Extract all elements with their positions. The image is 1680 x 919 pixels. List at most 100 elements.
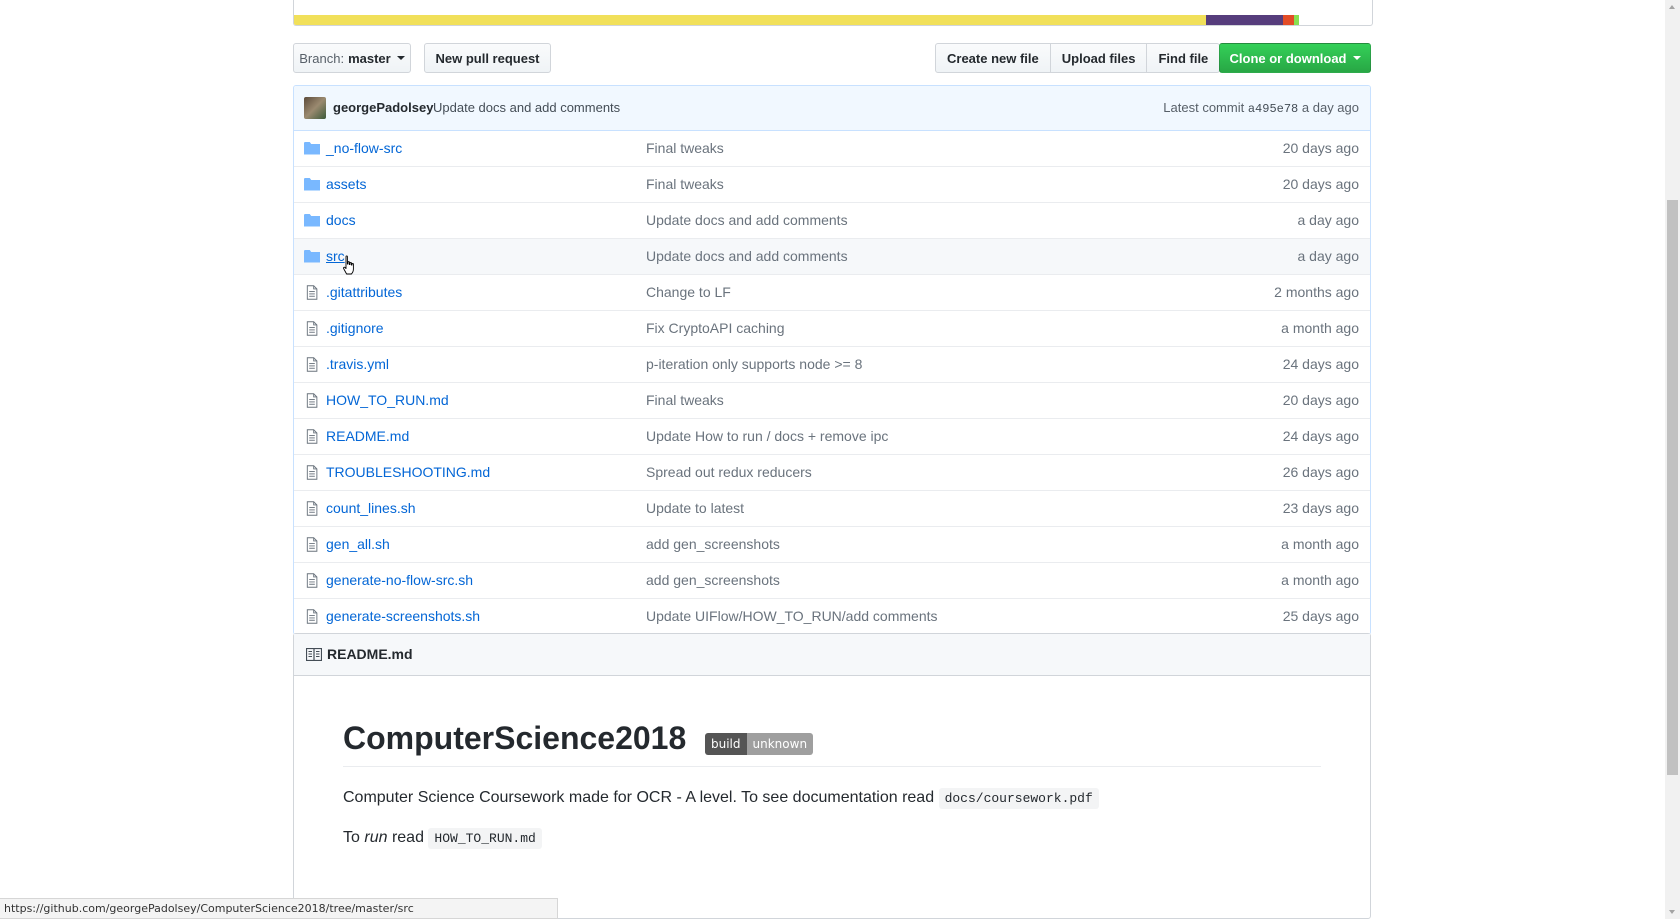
- file-commit-age: a month ago: [1281, 536, 1359, 552]
- latest-commit-info: Latest commit a495e78 a day ago: [1163, 100, 1359, 116]
- file-commit-age: 24 days ago: [1282, 428, 1359, 444]
- file-icon: [306, 321, 322, 336]
- file-row[interactable]: generate-screenshots.sh Update UIFlow/HOW…: [294, 598, 1370, 634]
- file-row[interactable]: src Update docs and add comments a day ago: [294, 238, 1370, 274]
- file-name-link[interactable]: docs: [326, 212, 356, 228]
- file-commit-message[interactable]: Update UIFlow/HOW_TO_RUN/add comments: [646, 608, 938, 624]
- file-row[interactable]: docs Update docs and add comments a day ag…: [294, 202, 1370, 238]
- file-name-link[interactable]: assets: [326, 176, 366, 192]
- file-row[interactable]: TROUBLESHOOTING.md Spread out redux reduc…: [294, 454, 1370, 490]
- file-commit-age: a month ago: [1281, 320, 1359, 336]
- language-segment[interactable]: [294, 15, 1206, 25]
- file-commit-message[interactable]: Spread out redux reducers: [646, 464, 812, 480]
- file-row[interactable]: HOW_TO_RUN.md Final tweaks 20 days ago: [294, 382, 1370, 418]
- new-pull-request-button[interactable]: New pull request: [424, 43, 551, 73]
- commit-message[interactable]: Update docs and add comments: [433, 100, 620, 115]
- book-icon: [306, 648, 322, 661]
- vertical-scrollbar[interactable]: [1665, 0, 1680, 919]
- paragraph-2-prefix: To: [343, 829, 360, 846]
- file-name-link[interactable]: README.md: [326, 428, 409, 444]
- file-name-link[interactable]: .gitignore: [326, 320, 384, 336]
- file-row[interactable]: generate-no-flow-src.sh add gen_screensho…: [294, 562, 1370, 598]
- file-commit-age: 20 days ago: [1282, 140, 1359, 156]
- readme-panel: README.md ComputerScience2018 build unkn…: [293, 633, 1371, 919]
- file-commit-message[interactable]: Change to LF: [646, 284, 731, 300]
- heading-divider: [343, 764, 1321, 767]
- commit-age: a day ago: [1301, 100, 1359, 115]
- create-new-file-button[interactable]: Create new file: [935, 43, 1051, 73]
- file-name-link[interactable]: .gitattributes: [326, 284, 402, 300]
- chevron-down-icon: [1352, 56, 1361, 60]
- file-row[interactable]: _no-flow-src Final tweaks 20 days ago: [294, 131, 1370, 166]
- file-row[interactable]: .gitattributes Change to LF 2 months ago: [294, 274, 1370, 310]
- readme-paragraph-2: To run read HOW_TO_RUN.md: [343, 828, 542, 849]
- file-commit-message[interactable]: Update to latest: [646, 500, 744, 516]
- file-commit-age: 20 days ago: [1282, 176, 1359, 192]
- file-row[interactable]: assets Final tweaks 20 days ago: [294, 166, 1370, 202]
- commit-sha[interactable]: a495e78: [1248, 102, 1298, 116]
- scroll-up-arrow-icon[interactable]: [1669, 5, 1675, 9]
- file-name-link[interactable]: gen_all.sh: [326, 536, 390, 552]
- file-commit-message[interactable]: add gen_screenshots: [646, 536, 780, 552]
- file-commit-message[interactable]: Update docs and add comments: [646, 212, 848, 228]
- file-icon: [306, 465, 322, 480]
- file-icon: [306, 537, 322, 552]
- file-row[interactable]: README.md Update How to run / docs + remo…: [294, 418, 1370, 454]
- find-file-button[interactable]: Find file: [1146, 43, 1221, 73]
- file-name-link[interactable]: .travis.yml: [326, 356, 389, 372]
- file-table: georgePadolsey Update docs and add comme…: [293, 85, 1371, 635]
- file-commit-age: a month ago: [1281, 572, 1359, 588]
- file-commit-message[interactable]: Update How to run / docs + remove ipc: [646, 428, 888, 444]
- file-icon: [306, 609, 322, 624]
- hand-pointer-icon: [343, 255, 354, 275]
- file-name-link[interactable]: TROUBLESHOOTING.md: [326, 464, 490, 480]
- file-icon: [306, 357, 322, 372]
- language-bar-segments[interactable]: [294, 15, 1372, 25]
- folder-icon: [304, 141, 320, 155]
- file-icon: [306, 501, 322, 516]
- clone-or-download-button[interactable]: Clone or download: [1219, 43, 1371, 73]
- paragraph-1-code: docs/coursework.pdf: [938, 788, 1099, 809]
- paragraph-2-middle: read: [391, 829, 424, 846]
- file-list: _no-flow-src Final tweaks 20 days ago asset…: [294, 131, 1370, 634]
- paragraph-1-text: Computer Science Coursework made for OCR…: [343, 789, 935, 806]
- build-status-badge[interactable]: build unknown: [705, 733, 814, 755]
- file-commit-message[interactable]: Final tweaks: [646, 392, 724, 408]
- file-name-link[interactable]: generate-no-flow-src.sh: [326, 572, 473, 588]
- readme-header: README.md: [294, 634, 1370, 676]
- latest-commit-bar: georgePadolsey Update docs and add comme…: [294, 86, 1370, 131]
- commit-author[interactable]: georgePadolsey: [333, 100, 433, 115]
- scrollbar-thumb[interactable]: [1667, 200, 1678, 775]
- file-name-link[interactable]: generate-screenshots.sh: [326, 608, 480, 624]
- file-row[interactable]: count_lines.sh Update to latest 23 days ag…: [294, 490, 1370, 526]
- file-commit-message[interactable]: p-iteration only supports node >= 8: [646, 356, 862, 372]
- file-row[interactable]: .travis.yml p-iteration only supports nod…: [294, 346, 1370, 382]
- file-name-link[interactable]: count_lines.sh: [326, 500, 416, 516]
- file-commit-age: a day ago: [1297, 212, 1360, 228]
- folder-icon: [304, 249, 320, 263]
- language-segment[interactable]: [1282, 15, 1295, 25]
- file-commit-age: a day ago: [1297, 248, 1360, 264]
- file-row[interactable]: .gitignore Fix CryptoAPI caching a month a…: [294, 310, 1370, 346]
- file-name-link[interactable]: HOW_TO_RUN.md: [326, 392, 449, 408]
- file-commit-age: 23 days ago: [1282, 500, 1359, 516]
- language-segment[interactable]: [1294, 15, 1299, 25]
- file-commit-age: 25 days ago: [1282, 608, 1359, 624]
- file-commit-age: 26 days ago: [1282, 464, 1359, 480]
- file-commit-message[interactable]: Final tweaks: [646, 140, 724, 156]
- file-name-link[interactable]: _no-flow-src: [326, 140, 402, 156]
- file-commit-message[interactable]: Final tweaks: [646, 176, 724, 192]
- paragraph-2-code: HOW_TO_RUN.md: [428, 828, 542, 849]
- file-commit-message[interactable]: Fix CryptoAPI caching: [646, 320, 785, 336]
- upload-files-button[interactable]: Upload files: [1049, 43, 1148, 73]
- file-row[interactable]: gen_all.sh add gen_screenshots a month ago: [294, 526, 1370, 562]
- language-bar[interactable]: [293, 0, 1373, 26]
- file-commit-message[interactable]: Update docs and add comments: [646, 248, 848, 264]
- readme-paragraph-1: Computer Science Coursework made for OCR…: [343, 788, 1099, 809]
- scroll-down-arrow-icon[interactable]: [1669, 910, 1675, 914]
- branch-select-button[interactable]: Branch: master: [293, 43, 411, 73]
- avatar[interactable]: [304, 97, 326, 119]
- paragraph-2-emphasis: run: [364, 829, 388, 846]
- file-commit-message[interactable]: add gen_screenshots: [646, 572, 780, 588]
- language-segment[interactable]: [1205, 15, 1283, 25]
